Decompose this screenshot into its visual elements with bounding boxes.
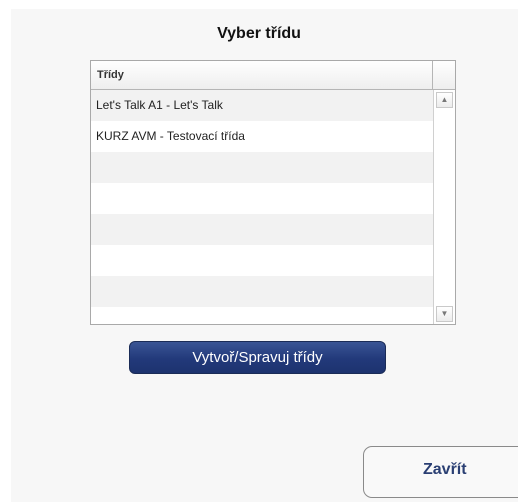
list-item[interactable]	[91, 307, 433, 324]
list-item[interactable]	[91, 276, 433, 307]
scroll-down-icon[interactable]: ▼	[436, 306, 453, 322]
manage-classes-button[interactable]: Vytvoř/Spravuj třídy	[129, 341, 386, 374]
close-button[interactable]: Zavřít	[363, 446, 518, 498]
list-scrollbar[interactable]: ▲ ▼	[433, 90, 455, 324]
list-item[interactable]: KURZ AVM - Testovací třída	[91, 121, 433, 152]
list-item[interactable]	[91, 214, 433, 245]
header-corner	[433, 61, 455, 90]
scroll-up-icon[interactable]: ▲	[436, 92, 453, 108]
list-item[interactable]	[91, 183, 433, 214]
list-item[interactable]	[91, 152, 433, 183]
list-rows: Let's Talk A1 - Let's Talk KURZ AVM - Te…	[91, 90, 433, 324]
class-list: Třídy Let's Talk A1 - Let's Talk KURZ AV…	[90, 60, 456, 325]
dialog-title: Vyber třídu	[217, 25, 301, 42]
list-item[interactable]	[91, 245, 433, 276]
column-header-classes[interactable]: Třídy	[91, 61, 433, 90]
list-item[interactable]: Let's Talk A1 - Let's Talk	[91, 90, 433, 121]
